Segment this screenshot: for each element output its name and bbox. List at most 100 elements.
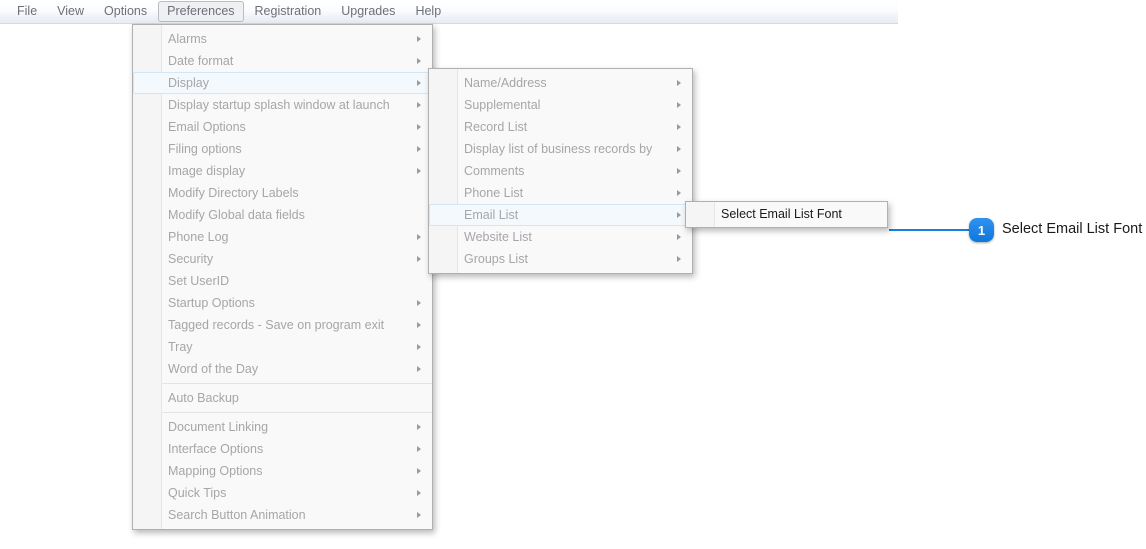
submenu-arrow-icon xyxy=(677,212,681,218)
submenu-arrow-icon xyxy=(417,124,421,130)
callout-badge-1: 1 xyxy=(969,218,994,242)
menubar-item-upgrades[interactable]: Upgrades xyxy=(332,1,404,22)
menu-item-set-userid[interactable]: Set UserID xyxy=(133,270,432,292)
menu-separator xyxy=(162,412,432,413)
menu-item-display-list-of-business-records-by[interactable]: Display list of business records by xyxy=(429,138,692,160)
menu-item-website-list[interactable]: Website List xyxy=(429,226,692,248)
menu-item-search-button-animation[interactable]: Search Button Animation xyxy=(133,504,432,526)
menu-item-quick-tips[interactable]: Quick Tips xyxy=(133,482,432,504)
menu-item-email-list[interactable]: Email List xyxy=(429,204,692,226)
menu-item-label: Startup Options xyxy=(168,296,255,310)
submenu-arrow-icon xyxy=(417,80,421,86)
menu-item-date-format[interactable]: Date format xyxy=(133,50,432,72)
menu-item-display-startup-splash-window-at-launch[interactable]: Display startup splash window at launch xyxy=(133,94,432,116)
submenu-arrow-icon xyxy=(417,58,421,64)
menu-item-email-options[interactable]: Email Options xyxy=(133,116,432,138)
menu-item-mapping-options[interactable]: Mapping Options xyxy=(133,460,432,482)
menu-item-label: Filing options xyxy=(168,142,242,156)
submenu-arrow-icon xyxy=(677,256,681,262)
menu-item-startup-options[interactable]: Startup Options xyxy=(133,292,432,314)
menu-item-image-display[interactable]: Image display xyxy=(133,160,432,182)
menu-item-filing-options[interactable]: Filing options xyxy=(133,138,432,160)
submenu-arrow-icon xyxy=(417,512,421,518)
menu-item-label: Tagged records - Save on program exit xyxy=(168,318,385,332)
menu-item-label: Name/Address xyxy=(464,76,547,90)
submenu-arrow-icon xyxy=(677,102,681,108)
menu-item-label: Interface Options xyxy=(168,442,264,456)
menu-item-label: Supplemental xyxy=(464,98,541,112)
submenu-arrow-icon xyxy=(417,424,421,430)
menu-item-label: Quick Tips xyxy=(168,486,227,500)
submenu-arrow-icon xyxy=(417,36,421,42)
submenu-arrow-icon xyxy=(417,300,421,306)
menu-item-comments[interactable]: Comments xyxy=(429,160,692,182)
menu-item-display[interactable]: Display xyxy=(133,72,432,94)
submenu-arrow-icon xyxy=(417,102,421,108)
menu-item-label: Image display xyxy=(168,164,246,178)
menubar-item-file[interactable]: File xyxy=(8,1,46,22)
submenu-arrow-icon xyxy=(417,146,421,152)
menu-bar: File View Options Preferences Registration Up… xyxy=(0,0,898,24)
menu-item-label: Email List xyxy=(464,208,519,222)
callout-connector-line xyxy=(889,229,971,231)
menu-item-label: Comments xyxy=(464,164,525,178)
submenu-arrow-icon xyxy=(417,344,421,350)
menu-item-phone-log[interactable]: Phone Log xyxy=(133,226,432,248)
menu-item-auto-backup[interactable]: Auto Backup xyxy=(133,387,432,409)
menubar-item-view[interactable]: View xyxy=(48,1,93,22)
menu-item-label: Auto Backup xyxy=(168,391,239,405)
submenu-arrow-icon xyxy=(677,80,681,86)
menu-item-record-list[interactable]: Record List xyxy=(429,116,692,138)
submenu-arrow-icon xyxy=(417,256,421,262)
submenu-arrow-icon xyxy=(677,234,681,240)
menu-item-label: Document Linking xyxy=(168,420,269,434)
menu-item-label: Search Button Animation xyxy=(168,508,306,522)
submenu-arrow-icon xyxy=(677,124,681,130)
submenu-arrow-icon xyxy=(417,234,421,240)
menu-item-interface-options[interactable]: Interface Options xyxy=(133,438,432,460)
menubar-item-help[interactable]: Help xyxy=(406,1,450,22)
menu-item-label: Display xyxy=(168,76,209,90)
menu-item-modify-directory-labels[interactable]: Modify Directory Labels xyxy=(133,182,432,204)
menu-item-supplemental[interactable]: Supplemental xyxy=(429,94,692,116)
menu-item-label: Set UserID xyxy=(168,274,230,288)
menu-item-label: Display startup splash window at launch xyxy=(168,98,390,112)
menu-item-document-linking[interactable]: Document Linking xyxy=(133,416,432,438)
menu-item-name-address[interactable]: Name/Address xyxy=(429,72,692,94)
submenu-arrow-icon xyxy=(417,446,421,452)
menu-item-word-of-the-day[interactable]: Word of the Day xyxy=(133,358,432,380)
menu-item-label: Modify Directory Labels xyxy=(168,186,299,200)
menubar-item-preferences[interactable]: Preferences xyxy=(158,1,244,22)
menu-item-alarms[interactable]: Alarms xyxy=(133,28,432,50)
menu-item-phone-list[interactable]: Phone List xyxy=(429,182,692,204)
display-menu-items: Name/Address Supplemental Record List Displ… xyxy=(429,69,692,273)
menu-item-label: Record List xyxy=(464,120,528,134)
menu-item-security[interactable]: Security xyxy=(133,248,432,270)
menu-item-select-email-list-font[interactable]: Select Email List Font xyxy=(686,204,887,225)
display-submenu: Name/Address Supplemental Record List Displ… xyxy=(428,68,693,274)
menu-item-label: Word of the Day xyxy=(168,362,259,376)
menubar-item-options[interactable]: Options xyxy=(95,1,156,22)
menubar-item-registration[interactable]: Registration xyxy=(246,1,331,22)
menu-item-label: Tray xyxy=(168,340,193,354)
menu-item-tagged-records-save-on-program-exit[interactable]: Tagged records - Save on program exit xyxy=(133,314,432,336)
menu-item-label: Display list of business records by xyxy=(464,142,653,156)
submenu-arrow-icon xyxy=(417,168,421,174)
preferences-dropdown-menu: Alarms Date format Display Display startup … xyxy=(132,24,433,530)
submenu-arrow-icon xyxy=(677,190,681,196)
email-list-submenu: Select Email List Font xyxy=(685,201,888,228)
menu-item-label: Email Options xyxy=(168,120,246,134)
menu-item-label: Phone Log xyxy=(168,230,229,244)
menu-item-tray[interactable]: Tray xyxy=(133,336,432,358)
menu-item-modify-global-data-fields[interactable]: Modify Global data fields xyxy=(133,204,432,226)
menu-item-label: Alarms xyxy=(168,32,207,46)
submenu-arrow-icon xyxy=(417,366,421,372)
submenu-arrow-icon xyxy=(417,490,421,496)
menu-item-label: Select Email List Font xyxy=(721,207,842,221)
menu-separator xyxy=(162,383,432,384)
submenu-arrow-icon xyxy=(677,168,681,174)
menu-item-label: Security xyxy=(168,252,214,266)
menu-item-groups-list[interactable]: Groups List xyxy=(429,248,692,270)
menu-item-label: Modify Global data fields xyxy=(168,208,305,222)
email-list-menu-items: Select Email List Font xyxy=(686,202,887,227)
